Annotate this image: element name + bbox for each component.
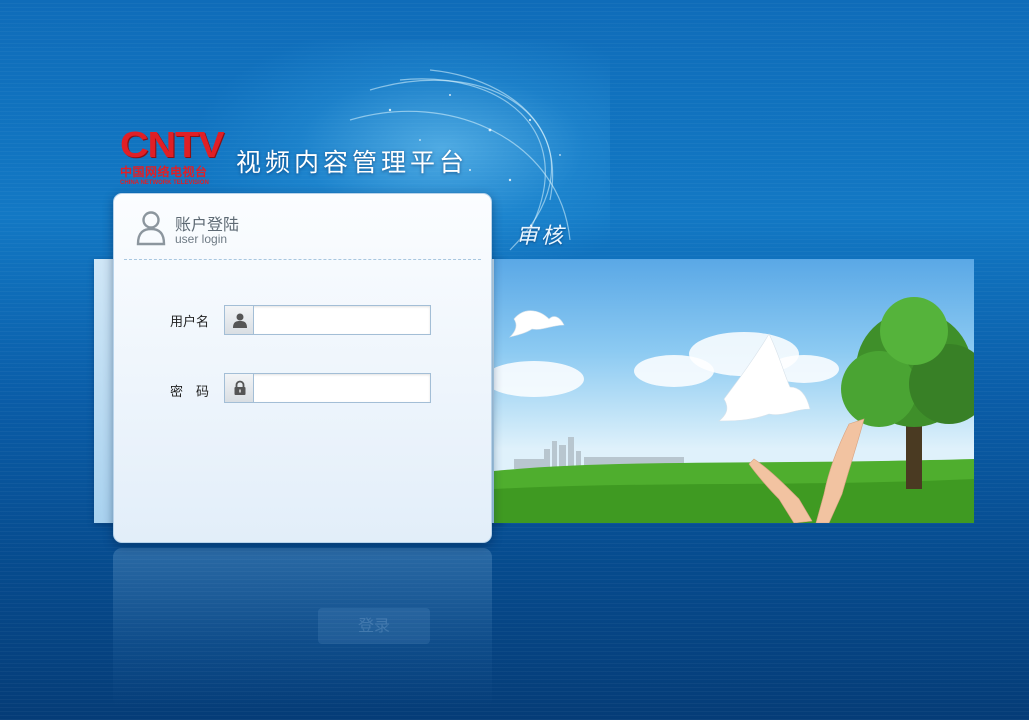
lock-icon (225, 374, 254, 402)
user-icon (225, 306, 254, 334)
username-label: 用户名 (170, 315, 210, 330)
password-field[interactable] (224, 373, 431, 403)
submit-button-reflection: 登录 (318, 608, 430, 644)
user-silhouette-icon (136, 211, 166, 246)
card-reflection (113, 548, 492, 708)
username-field[interactable] (224, 305, 431, 335)
password-input[interactable] (255, 374, 430, 402)
header-divider (124, 259, 481, 260)
password-label: 密 码 (170, 385, 210, 400)
username-input[interactable] (255, 306, 430, 334)
scenic-banner (494, 259, 974, 523)
platform-title: 视频内容管理平台 (236, 148, 469, 177)
login-card: 账户登陆 user login 用户名 密 码 (113, 193, 492, 543)
logo-chinese-name: 中国网络电视台 (120, 165, 208, 179)
logo-english-name: CHINA NETWORK TELEVISION (120, 180, 209, 186)
login-subtitle: user login (175, 232, 228, 246)
logo-mark: CNTV (120, 124, 224, 165)
cntv-logo: CNTV 中国网络电视台 CHINA NETWORK TELEVISION (120, 127, 230, 187)
section-label: 审核 (516, 224, 567, 249)
